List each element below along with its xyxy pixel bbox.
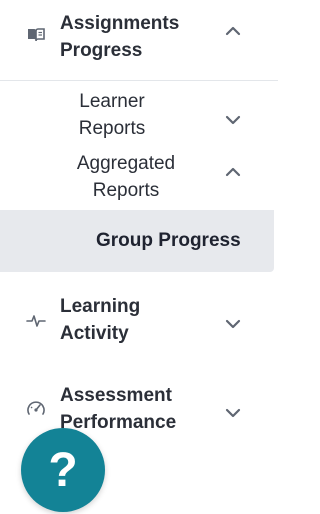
gauge-icon	[25, 398, 47, 420]
nav-section-label: Learning Activity	[60, 293, 210, 347]
chevron-down-icon[interactable]	[222, 313, 244, 335]
chevron-down-icon[interactable]	[222, 109, 244, 131]
chevron-up-icon[interactable]	[222, 161, 244, 183]
nav-item-group-progress-label: Group Progress	[96, 230, 241, 251]
label-line: Progress	[60, 40, 143, 61]
nav-section-label: Assignments Progress	[60, 10, 210, 64]
label-line: Activity	[60, 323, 129, 344]
label-line: Learning	[60, 296, 141, 317]
nav-item-label: Aggregated Reports	[56, 150, 196, 204]
chevron-up-icon[interactable]	[222, 20, 244, 42]
nav-item-aggregated-reports[interactable]: Aggregated Reports	[0, 147, 278, 210]
nav-section-label: Assessment Performance	[60, 382, 210, 436]
question-mark-icon: ?	[48, 443, 78, 497]
reports-nav: Assignments Progress Learner Reports Agg…	[0, 0, 278, 514]
help-button[interactable]: ?	[21, 428, 105, 512]
chevron-down-icon[interactable]	[222, 402, 244, 424]
label-line: Reports	[78, 118, 146, 139]
activity-pulse-icon	[25, 310, 47, 332]
label-line: Learner	[79, 91, 145, 112]
label-line: Reports	[92, 180, 160, 201]
nav-section-learning-activity[interactable]: Learning Activity	[0, 285, 278, 365]
nav-section-assignments-progress[interactable]: Assignments Progress	[0, 0, 278, 80]
label-line: Assignments	[60, 13, 180, 34]
nav-item-label: Learner Reports	[42, 88, 182, 142]
nav-item-learner-reports[interactable]: Learner Reports	[0, 81, 278, 147]
label-line: Assessment	[60, 385, 172, 406]
label-line: Aggregated	[76, 153, 176, 174]
book-icon	[25, 24, 47, 46]
